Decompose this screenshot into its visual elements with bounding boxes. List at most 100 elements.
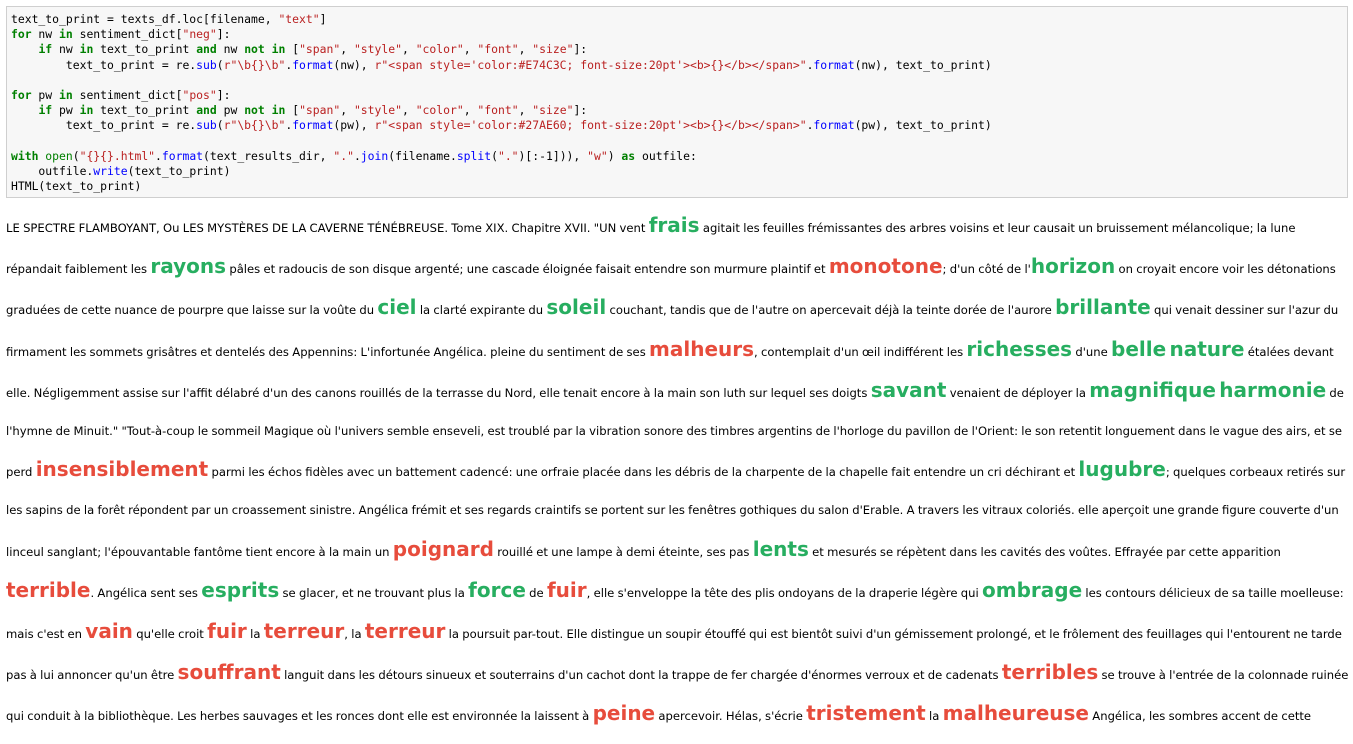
output-text-run: , contemplait d'un œil indifférent les bbox=[754, 344, 967, 359]
output-text-run: ; d'un côté de l' bbox=[942, 262, 1031, 277]
code-token-kw: with bbox=[11, 148, 39, 163]
output-text-run: apercevoir. Hélas, s'écrie bbox=[655, 709, 807, 724]
output-text-run: , la bbox=[344, 627, 365, 642]
code-token-st: "span" bbox=[299, 103, 341, 118]
output-text-run: pâles et radoucis de son disque argenté;… bbox=[226, 262, 829, 277]
code-token-st: "color" bbox=[415, 103, 464, 118]
output-text-run: venaient de déployer la bbox=[946, 385, 1090, 400]
positive-word: horizon bbox=[1030, 254, 1116, 279]
code-token: nw bbox=[52, 42, 80, 57]
code-token: ]: bbox=[573, 103, 588, 118]
code-token: [ bbox=[285, 42, 300, 57]
code-token-kw: if bbox=[38, 42, 53, 57]
code-token-mt: sub bbox=[196, 118, 217, 133]
code-token: ]: bbox=[216, 27, 231, 42]
output-text: LE SPECTRE FLAMBOYANT, Ou LES MYSTÈRES D… bbox=[6, 206, 1350, 744]
code-token-st: "neg" bbox=[182, 27, 217, 42]
code-line: outfile.write(text_to_print) bbox=[11, 164, 230, 178]
code-token: text_to_print = texts_df.loc[filename, bbox=[11, 12, 279, 26]
positive-word: frais bbox=[648, 213, 700, 237]
positive-word: force bbox=[468, 577, 526, 602]
code-token: sentiment_dict[ bbox=[72, 27, 183, 42]
output-text-run: la bbox=[246, 627, 264, 642]
code-token-st: "span" bbox=[299, 42, 341, 57]
code-token: ]: bbox=[216, 88, 231, 103]
code-token: text_to_print bbox=[93, 42, 197, 57]
positive-word: rayons bbox=[150, 254, 227, 279]
negative-word: fuir bbox=[546, 577, 587, 602]
code-token: text_to_print bbox=[93, 103, 197, 118]
output-text-run: et mesurés se répètent dans les cavités … bbox=[808, 544, 1281, 559]
code-token-kw: and bbox=[196, 103, 217, 118]
code-token: (pw), bbox=[333, 118, 375, 133]
code-token: [ bbox=[285, 103, 300, 118]
code-token: , bbox=[401, 103, 416, 118]
output-text-run: la bbox=[925, 709, 943, 724]
code-token-mt: format bbox=[813, 118, 855, 133]
code-line: text_to_print = re.sub(r"\b{}\b".format(… bbox=[11, 58, 992, 72]
code-line: text_to_print = texts_df.loc[filename, "… bbox=[11, 12, 326, 26]
code-token-kw: for bbox=[11, 27, 32, 42]
code-token-mt: format bbox=[292, 57, 334, 72]
code-token-kw: as bbox=[621, 148, 636, 163]
code-token-st: "font" bbox=[477, 42, 519, 57]
positive-word: lents bbox=[752, 536, 809, 561]
positive-word: savant bbox=[870, 377, 947, 402]
code-token: (nw), bbox=[333, 57, 375, 72]
code-line: if nw in text_to_print and nw not in ["s… bbox=[11, 42, 587, 56]
code-token-mt: format bbox=[292, 118, 334, 133]
positive-word: soleil bbox=[546, 295, 607, 320]
code-token: , bbox=[518, 42, 533, 57]
code-line: for nw in sentiment_dict["neg"]: bbox=[11, 27, 230, 41]
code-token-kw: in bbox=[79, 103, 94, 118]
code-token-kw: not bbox=[244, 103, 265, 118]
output-text-run: , elle s'enveloppe la tête des plis ondo… bbox=[586, 585, 982, 600]
code-token-mt: sub bbox=[196, 57, 217, 72]
code-token: ( bbox=[216, 57, 224, 72]
code-token: (pw), text_to_print) bbox=[854, 118, 992, 133]
positive-word: lugubre bbox=[1078, 457, 1166, 482]
negative-word: fuir bbox=[207, 619, 247, 644]
code-token-st: "{}{}.html" bbox=[79, 148, 156, 163]
code-token-kw: if bbox=[38, 103, 53, 118]
code-token-bi: open bbox=[45, 148, 73, 163]
code-token: , bbox=[518, 103, 533, 118]
negative-word: insensiblement bbox=[35, 457, 209, 482]
code-token: ( bbox=[491, 148, 498, 163]
positive-word: esprits bbox=[201, 577, 280, 602]
negative-word: terrible bbox=[6, 577, 91, 602]
negative-word: peine bbox=[592, 701, 656, 726]
negative-word: terreur bbox=[263, 619, 345, 644]
output-text-run: Angélica, les sombres accent de cette bbox=[1089, 709, 1312, 724]
negative-word: vain bbox=[85, 619, 133, 644]
code-token-mt: format bbox=[161, 148, 204, 163]
output-text-run: . Angélica sent ses bbox=[90, 585, 202, 600]
code-token: HTML(text_to_print) bbox=[11, 179, 142, 194]
code-token-st: r"\b{}\b" bbox=[223, 57, 286, 72]
code-token-st: "." bbox=[333, 148, 354, 163]
code-token: (nw), text_to_print) bbox=[854, 57, 992, 72]
positive-word: harmonie bbox=[1219, 377, 1327, 402]
code-token-st: r"<span style='color:#E74C3C; font-size:… bbox=[374, 57, 807, 72]
output-text-run: qu'elle croit bbox=[132, 627, 208, 642]
output-text-run: la clarté expirante du bbox=[416, 303, 547, 318]
positive-word: richesses bbox=[966, 336, 1073, 361]
output-text-run: LE SPECTRE FLAMBOYANT, Ou LES MYSTÈRES D… bbox=[6, 221, 649, 235]
code-token: pw bbox=[52, 103, 80, 118]
code-token-kw: in bbox=[59, 27, 73, 42]
code-token-st: r"\b{}\b" bbox=[223, 118, 286, 133]
output-text-run: languit dans les détours sinueux et sout… bbox=[280, 668, 1002, 683]
code-cell-input[interactable]: text_to_print = texts_df.loc[filename, "… bbox=[6, 6, 1348, 198]
code-token: nw bbox=[216, 42, 245, 57]
output-text-run: rouillé et une lampe à demi éteinte, ses… bbox=[493, 544, 753, 559]
positive-word: ciel bbox=[377, 295, 417, 320]
output-text-run: de bbox=[525, 585, 547, 600]
code-token-kw: in bbox=[271, 103, 286, 118]
positive-word: ombrage bbox=[982, 577, 1083, 602]
code-editor[interactable]: text_to_print = texts_df.loc[filename, "… bbox=[11, 12, 1347, 194]
code-token-kw: in bbox=[271, 42, 286, 57]
negative-word: terreur bbox=[364, 619, 446, 644]
